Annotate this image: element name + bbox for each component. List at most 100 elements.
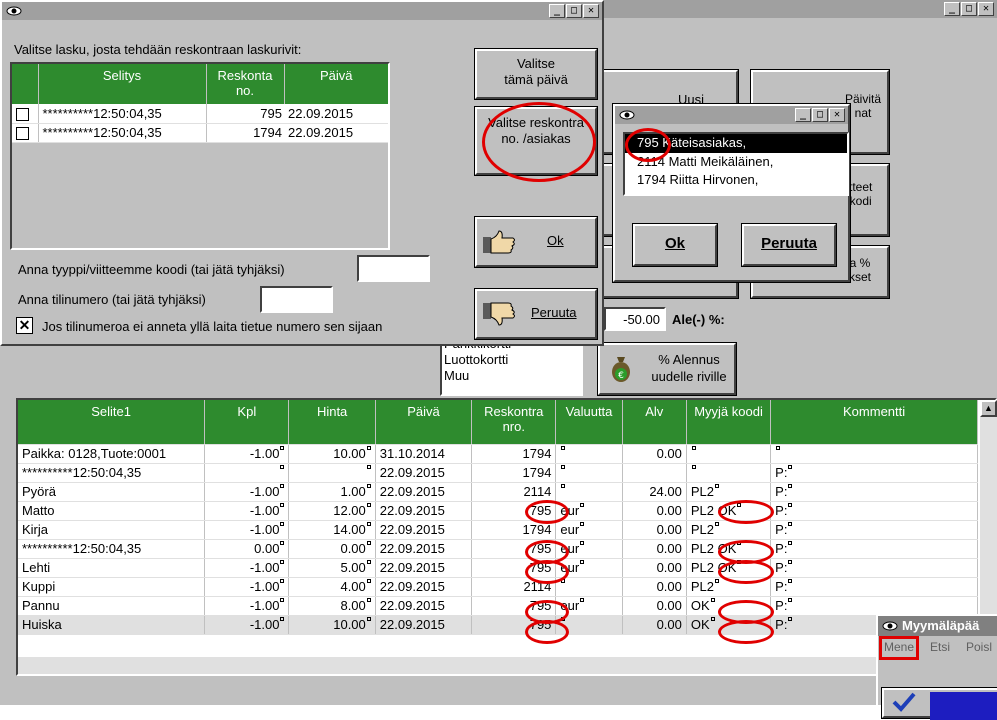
payment-method-list[interactable]: Pankkikortti Luottokortti Muu [440, 336, 583, 396]
table-cell[interactable]: 1794 [471, 520, 557, 540]
row-checkbox[interactable] [16, 107, 29, 121]
table-cell[interactable]: 8.00 [288, 596, 376, 616]
table-cell[interactable]: 14.00 [288, 520, 376, 540]
table-row[interactable]: Huiska -1.00 10.00 22.09.2015 795 0.00 OK P: [18, 615, 978, 635]
table-cell[interactable] [770, 444, 978, 464]
table-cell[interactable]: 2114 [471, 482, 557, 502]
table-cell[interactable]: 0.00 [622, 596, 687, 616]
table-cell[interactable]: 1.00 [288, 482, 376, 502]
column-header[interactable]: Kpl [204, 400, 290, 445]
table-cell[interactable]: PL2 [686, 520, 772, 540]
menu-item-etsi[interactable]: Etsi [930, 640, 950, 654]
table-row[interactable]: Lehti -1.00 5.00 22.09.2015 795 eur 0.00 PL2 OK… [18, 558, 978, 578]
table-cell[interactable]: 1794 [471, 463, 557, 483]
table-cell[interactable]: 22.09.2015 [375, 539, 473, 559]
minimize-icon[interactable]: _ [795, 108, 811, 122]
table-cell[interactable]: 22.09.2015 [375, 520, 473, 540]
table-cell[interactable] [686, 463, 772, 483]
column-header[interactable]: Kommentti [770, 400, 978, 445]
scroll-up-icon[interactable]: ▲ [980, 400, 997, 417]
discount-input[interactable]: -50.00 [604, 307, 666, 331]
table-cell[interactable]: Matto [18, 501, 206, 521]
table-cell[interactable]: PL2 OK [686, 501, 772, 521]
table-cell[interactable]: Pannu [18, 596, 206, 616]
close-icon[interactable]: ✕ [978, 2, 994, 16]
table-cell[interactable]: 0.00 [622, 577, 687, 597]
payment-method-item[interactable]: Muu [444, 368, 581, 384]
column-header[interactable]: Selitys [38, 64, 207, 104]
table-cell[interactable]: PL2 [686, 577, 772, 597]
column-header[interactable]: Myyjä koodi [686, 400, 772, 445]
column-header[interactable]: Päivä [284, 64, 388, 104]
table-cell[interactable]: 22.09.2015 [375, 615, 473, 635]
invoice-row[interactable]: **********12:50:04,35 1794 22.09.2015 [12, 123, 388, 143]
table-cell[interactable]: -1.00 [204, 482, 290, 502]
table-cell[interactable]: 10.00 [288, 615, 376, 635]
table-cell[interactable]: Pyörä [18, 482, 206, 502]
table-cell[interactable]: P: [770, 539, 978, 559]
table-cell[interactable]: 22.09.2015 [375, 463, 473, 483]
table-cell[interactable]: -1.00 [204, 596, 290, 616]
table-cell[interactable]: P: [770, 596, 978, 616]
table-cell[interactable]: 12.00 [288, 501, 376, 521]
table-cell[interactable] [555, 577, 623, 597]
table-cell[interactable]: eur [555, 501, 623, 521]
customer-listbox[interactable]: 795 Käteisasiakas, 2114 Matti Meikäläine… [623, 132, 849, 196]
table-cell[interactable] [204, 463, 290, 483]
table-cell[interactable]: 0.00 [622, 444, 687, 464]
table-row[interactable]: **********12:50:04,35 22.09.2015 1794 P: [18, 463, 978, 483]
table-row[interactable]: Kuppi -1.00 4.00 22.09.2015 2114 0.00 PL2 P: [18, 577, 978, 597]
shop-new-button[interactable] [881, 687, 997, 720]
cancel-button[interactable]: Peruuta [474, 288, 598, 340]
table-cell[interactable]: **********12:50:04,35 [18, 463, 206, 483]
table-cell[interactable]: PL2 OK [686, 539, 772, 559]
row-checkbox[interactable] [16, 127, 29, 141]
table-cell[interactable] [555, 482, 623, 502]
close-icon[interactable]: ✕ [583, 4, 599, 18]
customer-item-selected[interactable]: 795 Käteisasiakas, [625, 134, 847, 153]
table-cell[interactable]: 22.09.2015 [375, 577, 473, 597]
table-cell[interactable]: -1.00 [204, 444, 290, 464]
table-cell[interactable]: 31.10.2014 [375, 444, 473, 464]
table-cell[interactable] [555, 463, 623, 483]
table-cell[interactable] [288, 463, 376, 483]
select-reskontra-button[interactable]: Valitse reskontra no. /asiakas [474, 106, 598, 176]
table-cell[interactable]: 22.09.2015 [375, 558, 473, 578]
table-cell[interactable]: 795 [471, 501, 557, 521]
table-cell[interactable]: P: [770, 501, 978, 521]
table-cell[interactable]: 0.00 [622, 558, 687, 578]
column-header[interactable]: Alv [622, 400, 687, 445]
table-cell[interactable]: 0.00 [204, 539, 290, 559]
invoice-row[interactable]: **********12:50:04,35 795 22.09.2015 [12, 104, 388, 124]
record-number-checkbox[interactable]: ✕ [16, 317, 33, 334]
table-cell[interactable] [622, 463, 687, 483]
table-cell[interactable]: P: [770, 520, 978, 540]
table-cell[interactable]: 795 [471, 539, 557, 559]
table-cell[interactable]: 795 [471, 558, 557, 578]
table-cell[interactable]: -1.00 [204, 615, 290, 635]
table-cell[interactable]: eur [555, 539, 623, 559]
table-cell[interactable]: P: [770, 558, 978, 578]
table-cell[interactable]: 22.09.2015 [375, 482, 473, 502]
menu-item-poisl[interactable]: Poisl [966, 640, 992, 654]
menu-item-mene[interactable]: Mene [884, 640, 914, 654]
table-cell[interactable]: PL2 [686, 482, 772, 502]
table-cell[interactable]: **********12:50:04,35 [18, 539, 206, 559]
minimize-icon[interactable]: _ [549, 4, 565, 18]
discount-new-row-button[interactable]: € % Alennus uudelle riville [597, 342, 737, 396]
table-cell[interactable]: eur [555, 520, 623, 540]
table-cell[interactable]: -1.00 [204, 501, 290, 521]
table-cell[interactable]: 2114 [471, 577, 557, 597]
column-header[interactable]: Valuutta [555, 400, 623, 445]
table-cell[interactable]: -1.00 [204, 558, 290, 578]
table-row[interactable]: Matto -1.00 12.00 22.09.2015 795 eur 0.00 PL2 O… [18, 501, 978, 521]
table-cell[interactable]: 5.00 [288, 558, 376, 578]
maximize-icon[interactable]: □ [566, 4, 582, 18]
table-cell[interactable] [686, 444, 772, 464]
column-header[interactable]: Hinta [288, 400, 376, 445]
table-cell[interactable]: P: [770, 577, 978, 597]
column-header[interactable]: Päivä [375, 400, 473, 445]
table-cell[interactable]: -1.00 [204, 520, 290, 540]
table-cell[interactable]: 22.09.2015 [375, 596, 473, 616]
table-cell[interactable]: Kuppi [18, 577, 206, 597]
